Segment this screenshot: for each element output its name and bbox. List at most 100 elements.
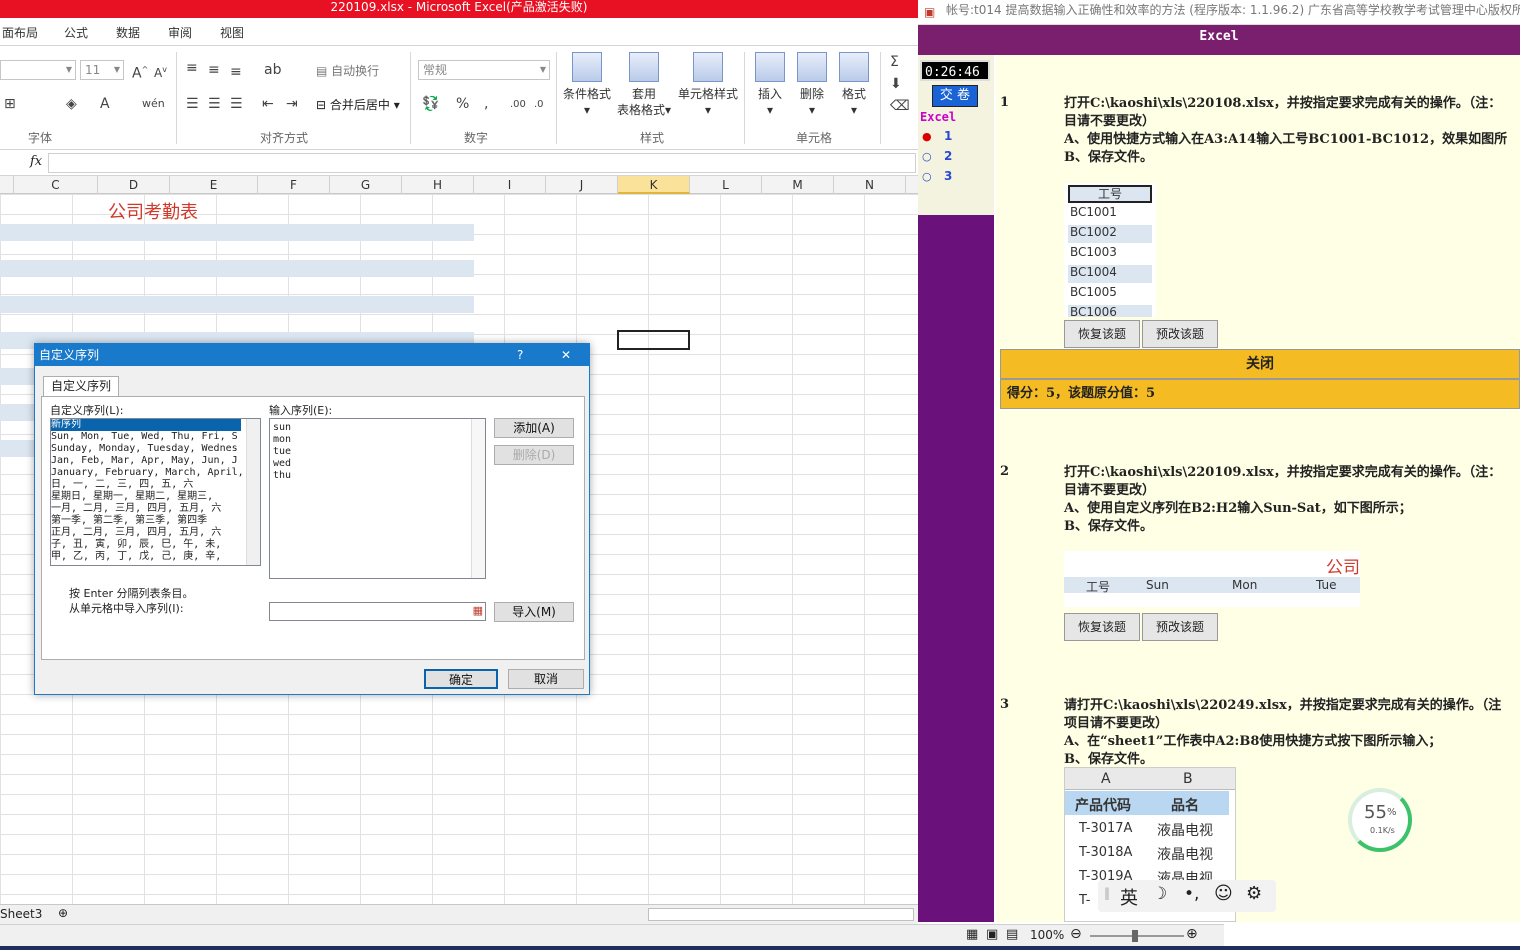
sheet-tab[interactable]: Sheet3 — [0, 907, 42, 921]
phonetic-icon[interactable]: wén — [142, 96, 165, 112]
nav-question-3[interactable]: 3 — [944, 169, 952, 183]
question-panel[interactable]: 1 打开C:\kaoshi\xls\220108.xlsx，并按指定要求完成有关… — [996, 55, 1520, 922]
orientation-icon[interactable]: ab — [264, 62, 281, 78]
list-item[interactable]: 第一季, 第二季, 第三季, 第四季 — [51, 515, 260, 527]
ime-language-toggle[interactable]: 英 — [1120, 884, 1138, 910]
zoom-out-icon[interactable]: ⊖ — [1070, 926, 1082, 942]
autosum-icon[interactable]: Σ — [890, 54, 899, 70]
nav-question-1[interactable]: 1 — [944, 129, 952, 143]
number-format-combo[interactable]: 常规 ▼ — [418, 60, 550, 80]
list-item[interactable]: January, February, March, April, — [51, 467, 260, 479]
list-item[interactable]: 一月, 二月, 三月, 四月, 五月, 六 — [51, 503, 260, 515]
fill-color-icon[interactable]: ◈ — [66, 96, 77, 112]
shrink-font-icon[interactable]: Av — [154, 62, 167, 81]
column-header[interactable]: D — [98, 176, 170, 194]
clear-icon[interactable]: ⌫ — [890, 98, 910, 114]
tab-formulas[interactable]: 公式 — [64, 24, 88, 41]
import-range-input[interactable]: ▦ — [269, 602, 486, 621]
align-left-icon[interactable]: ☰ — [186, 96, 199, 112]
formula-input[interactable] — [48, 153, 916, 173]
zoom-level[interactable]: 100% — [1030, 928, 1064, 942]
align-top-icon[interactable]: ≡ — [186, 60, 198, 76]
align-right-icon[interactable]: ☰ — [230, 96, 243, 112]
list-item[interactable]: 子, 丑, 寅, 卯, 辰, 巳, 午, 未, — [51, 539, 260, 551]
delete-button[interactable]: 删除 ▾ — [794, 52, 830, 118]
restore-question-button[interactable]: 恢复该题 — [1064, 613, 1140, 641]
column-header[interactable]: N — [834, 176, 906, 194]
moon-icon[interactable]: ☽ — [1152, 884, 1167, 904]
tab-view[interactable]: 视图 — [220, 24, 244, 41]
close-button[interactable]: 关闭 — [1000, 349, 1520, 379]
tab-data[interactable]: 数据 — [116, 24, 140, 41]
decrease-decimal-icon[interactable]: .0 — [534, 97, 544, 113]
column-header[interactable] — [0, 176, 14, 194]
font-color-icon[interactable]: A — [100, 96, 110, 112]
add-button[interactable]: 添加(A) — [494, 418, 574, 438]
punctuation-icon[interactable]: •, — [1184, 884, 1199, 904]
horizontal-scrollbar[interactable] — [648, 908, 914, 921]
column-header[interactable]: L — [690, 176, 762, 194]
settings-gear-icon[interactable]: ⚙ — [1246, 883, 1262, 904]
column-header-active[interactable]: K — [618, 176, 690, 194]
font-name-combo[interactable]: ▼ — [0, 60, 76, 80]
close-icon[interactable]: ✕ — [561, 344, 571, 366]
range-picker-icon[interactable]: ▦ — [473, 604, 483, 617]
decrease-indent-icon[interactable]: ⇤ — [262, 96, 274, 112]
import-button[interactable]: 导入(M) — [494, 602, 574, 622]
zoom-slider-thumb[interactable] — [1132, 930, 1138, 942]
preview-question-button[interactable]: 预改该题 — [1142, 613, 1218, 641]
ok-button[interactable]: 确定 — [424, 669, 498, 689]
column-header[interactable]: F — [258, 176, 330, 194]
column-header[interactable]: I — [474, 176, 546, 194]
wrap-text-button[interactable]: ▤ 自动换行 — [316, 62, 379, 79]
submit-button[interactable]: 交 卷 — [932, 85, 978, 107]
tab-review[interactable]: 审阅 — [168, 24, 192, 41]
fill-icon[interactable]: ⬇ — [890, 76, 902, 92]
normal-view-icon[interactable]: ▦ — [966, 927, 978, 942]
zoom-in-icon[interactable]: ⊕ — [1186, 926, 1198, 942]
borders-icon[interactable]: ⊞ — [4, 96, 16, 112]
column-header[interactable]: H — [402, 176, 474, 194]
merge-center-button[interactable]: ⊟ 合并后居中 ▾ — [316, 96, 400, 113]
custom-lists-listbox[interactable]: 新序列 Sun, Mon, Tue, Wed, Thu, Fri, S Sund… — [50, 418, 261, 566]
fx-icon[interactable]: fx — [30, 154, 42, 169]
list-entries-textarea[interactable]: sun mon tue wed thu — [269, 418, 486, 579]
list-item-selected[interactable]: 新序列 — [51, 419, 241, 431]
list-item[interactable]: Sunday, Monday, Tuesday, Wednes — [51, 443, 260, 455]
page-break-view-icon[interactable]: ▤ — [1006, 927, 1018, 942]
delete-list-button[interactable]: 删除(D) — [494, 445, 574, 465]
conditional-format-button[interactable]: 条件格式 ▾ — [560, 52, 614, 118]
restore-question-button[interactable]: 恢复该题 — [1064, 320, 1140, 348]
list-item[interactable]: 甲, 乙, 丙, 丁, 戊, 己, 庚, 辛, — [51, 551, 260, 563]
font-size-combo[interactable]: 11 ▼ — [80, 60, 124, 80]
list-item[interactable]: Sun, Mon, Tue, Wed, Thu, Fri, S — [51, 431, 260, 443]
sheet-title-cell[interactable]: 公司考勤表 — [108, 198, 198, 224]
increase-indent-icon[interactable]: ⇥ — [286, 96, 298, 112]
page-layout-view-icon[interactable]: ▣ — [986, 927, 998, 942]
column-header[interactable]: G — [330, 176, 402, 194]
list-item[interactable]: 星期日, 星期一, 星期二, 星期三, — [51, 491, 260, 503]
align-middle-icon[interactable]: ≡ — [208, 62, 220, 78]
column-header[interactable]: E — [170, 176, 258, 194]
list-item[interactable]: 正月, 二月, 三月, 四月, 五月, 六 — [51, 527, 260, 539]
nav-question-2[interactable]: 2 — [944, 149, 952, 163]
currency-icon[interactable]: 💱 — [422, 96, 439, 112]
align-center-icon[interactable]: ☰ — [208, 96, 221, 112]
percent-icon[interactable]: % — [456, 96, 469, 112]
cancel-button[interactable]: 取消 — [508, 669, 584, 689]
align-bottom-icon[interactable]: ≡ — [230, 64, 242, 80]
comma-icon[interactable]: , — [484, 96, 488, 112]
tab-custom-lists[interactable]: 自定义序列 — [43, 376, 119, 396]
list-item[interactable]: 日, 一, 二, 三, 四, 五, 六 — [51, 479, 260, 491]
grow-font-icon[interactable]: A^ — [132, 62, 148, 82]
listbox-scrollbar[interactable] — [246, 419, 260, 565]
tab-page-layout[interactable]: 面布局 — [2, 24, 38, 41]
column-header[interactable]: J — [546, 176, 618, 194]
ime-grip-icon[interactable]: ‖ — [1104, 886, 1110, 900]
format-button[interactable]: 格式 ▾ — [836, 52, 872, 118]
active-cell[interactable] — [617, 330, 690, 350]
column-header[interactable]: C — [14, 176, 98, 194]
column-header[interactable]: M — [762, 176, 834, 194]
format-as-table-button[interactable]: 套用 表格格式▾ — [614, 52, 674, 118]
new-sheet-icon[interactable]: ⊕ — [58, 906, 68, 920]
